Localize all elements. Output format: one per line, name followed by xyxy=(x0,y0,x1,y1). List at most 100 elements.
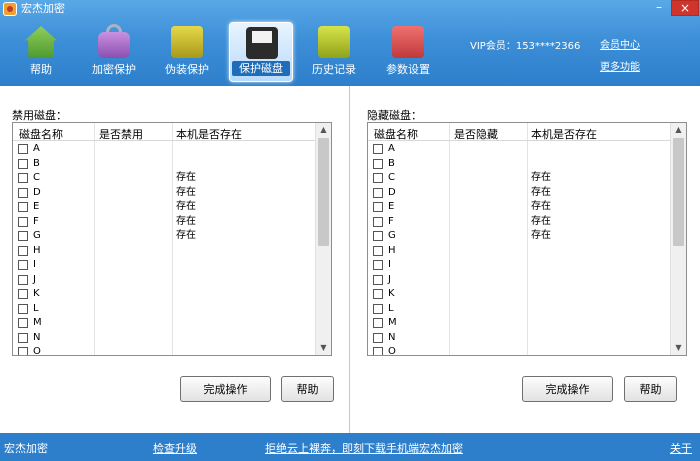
list-item[interactable]: G 存在 xyxy=(13,229,315,244)
disk-checkbox[interactable] xyxy=(373,347,383,355)
scroll-up-icon[interactable]: ▲ xyxy=(671,123,686,137)
nav-protect-disk[interactable]: 保护磁盘 xyxy=(229,22,293,82)
disk-checkbox[interactable] xyxy=(373,289,383,299)
disk-checkbox[interactable] xyxy=(18,173,28,183)
title-bar[interactable]: 宏杰加密 – × xyxy=(0,0,700,18)
list-item[interactable]: D 存在 xyxy=(368,186,670,201)
disk-checkbox[interactable] xyxy=(18,332,28,343)
disk-checkbox[interactable] xyxy=(373,187,383,198)
disable-disk-list[interactable]: 磁盘名称 是否禁用 本机是否存在 A B C 存在 D 存在 E 存在 F 存在 G 存在 H I J K L M… xyxy=(12,122,332,356)
disk-checkbox[interactable] xyxy=(18,144,28,154)
about-link[interactable]: 关于 xyxy=(670,440,692,456)
list-item[interactable]: B xyxy=(13,157,315,172)
disk-checkbox[interactable] xyxy=(18,216,28,227)
disk-checkbox[interactable] xyxy=(373,332,383,343)
list-item[interactable]: F 存在 xyxy=(13,215,315,230)
list-item[interactable]: J xyxy=(368,273,670,288)
list-item[interactable]: D 存在 xyxy=(13,186,315,201)
scroll-thumb[interactable] xyxy=(318,138,329,246)
right-done-button[interactable]: 完成操作 xyxy=(522,376,613,402)
scroll-up-icon[interactable]: ▲ xyxy=(316,123,331,137)
disk-checkbox[interactable] xyxy=(373,274,383,285)
right-help-button[interactable]: 帮助 xyxy=(624,376,677,402)
list-scrollbar[interactable]: ▲ ▼ xyxy=(670,123,686,355)
list-item[interactable]: L xyxy=(13,302,315,317)
list-item[interactable]: N xyxy=(368,331,670,346)
column-header-name[interactable]: 磁盘名称 xyxy=(19,126,63,142)
list-item[interactable]: A xyxy=(368,142,670,157)
list-item[interactable]: C 存在 xyxy=(368,171,670,186)
list-item[interactable]: E 存在 xyxy=(368,200,670,215)
list-item[interactable]: M xyxy=(13,316,315,331)
disk-checkbox[interactable] xyxy=(18,202,28,212)
list-item[interactable]: J xyxy=(13,273,315,288)
house-icon xyxy=(25,26,57,58)
disk-checkbox[interactable] xyxy=(18,303,28,314)
disk-checkbox[interactable] xyxy=(18,245,28,256)
list-item[interactable]: H xyxy=(368,244,670,259)
list-item[interactable]: N xyxy=(13,331,315,346)
list-item[interactable]: K xyxy=(13,287,315,302)
column-header-hidden[interactable]: 是否隐藏 xyxy=(454,126,498,142)
disk-checkbox[interactable] xyxy=(18,274,28,285)
nav-label: 历史记录 xyxy=(312,63,356,76)
disk-checkbox[interactable] xyxy=(373,144,383,154)
disk-checkbox[interactable] xyxy=(373,303,383,314)
list-item[interactable]: E 存在 xyxy=(13,200,315,215)
disk-rows: A B C 存在 D 存在 E 存在 F 存在 G 存在 H I J K L M N O xyxy=(13,142,315,355)
nav-encrypt-protect[interactable]: 加密保护 xyxy=(82,22,146,82)
nav-history[interactable]: 历史记录 xyxy=(302,22,366,82)
promo-link[interactable]: 拒绝云上裸奔，即刻下载手机端宏杰加密 xyxy=(265,440,463,456)
column-header-exists[interactable]: 本机是否存在 xyxy=(176,126,242,142)
left-help-button[interactable]: 帮助 xyxy=(281,376,334,402)
left-done-button[interactable]: 完成操作 xyxy=(180,376,271,402)
disk-checkbox[interactable] xyxy=(373,260,383,270)
disk-checkbox[interactable] xyxy=(18,231,28,241)
minimize-button[interactable]: – xyxy=(648,0,670,16)
list-item[interactable]: H xyxy=(13,244,315,259)
disk-checkbox[interactable] xyxy=(373,202,383,212)
hide-disk-list[interactable]: 磁盘名称 是否隐藏 本机是否存在 A B C 存在 D 存在 E 存在 F 存在 G 存在 H I J K L M… xyxy=(367,122,687,356)
scroll-down-icon[interactable]: ▼ xyxy=(671,341,686,355)
list-item[interactable]: O xyxy=(13,345,315,355)
column-header-exists[interactable]: 本机是否存在 xyxy=(531,126,597,142)
nav-settings[interactable]: 参数设置 xyxy=(376,22,440,82)
list-scrollbar[interactable]: ▲ ▼ xyxy=(315,123,331,355)
list-item[interactable]: I xyxy=(13,258,315,273)
disk-checkbox[interactable] xyxy=(373,231,383,241)
column-header-name[interactable]: 磁盘名称 xyxy=(374,126,418,142)
list-item[interactable]: L xyxy=(368,302,670,317)
list-item[interactable]: I xyxy=(368,258,670,273)
nav-help[interactable]: 帮助 xyxy=(9,22,73,82)
list-item[interactable]: K xyxy=(368,287,670,302)
disk-checkbox[interactable] xyxy=(18,158,28,169)
scroll-thumb[interactable] xyxy=(673,138,684,246)
list-item[interactable]: A xyxy=(13,142,315,157)
list-item[interactable]: F 存在 xyxy=(368,215,670,230)
nav-disguise-protect[interactable]: 伪装保护 xyxy=(155,22,219,82)
disk-checkbox[interactable] xyxy=(373,318,383,328)
disk-checkbox[interactable] xyxy=(18,289,28,299)
list-item[interactable]: O xyxy=(368,345,670,355)
member-center-link[interactable]: 会员中心 xyxy=(600,36,640,51)
disk-checkbox[interactable] xyxy=(18,260,28,270)
disk-name: G xyxy=(388,230,396,241)
list-item[interactable]: B xyxy=(368,157,670,172)
disk-checkbox[interactable] xyxy=(373,245,383,256)
disk-checkbox[interactable] xyxy=(18,187,28,198)
book-icon xyxy=(171,26,203,58)
scroll-down-icon[interactable]: ▼ xyxy=(316,341,331,355)
close-button[interactable]: × xyxy=(671,0,699,16)
check-update-link[interactable]: 检查升级 xyxy=(153,440,197,456)
disable-disk-title: 禁用磁盘： xyxy=(12,109,67,122)
disk-checkbox[interactable] xyxy=(18,318,28,328)
disk-checkbox[interactable] xyxy=(373,173,383,183)
list-item[interactable]: M xyxy=(368,316,670,331)
list-item[interactable]: G 存在 xyxy=(368,229,670,244)
more-features-link[interactable]: 更多功能 xyxy=(600,58,640,73)
disk-checkbox[interactable] xyxy=(373,158,383,169)
disk-checkbox[interactable] xyxy=(18,347,28,355)
disk-checkbox[interactable] xyxy=(373,216,383,227)
column-header-disabled[interactable]: 是否禁用 xyxy=(99,126,143,142)
list-item[interactable]: C 存在 xyxy=(13,171,315,186)
